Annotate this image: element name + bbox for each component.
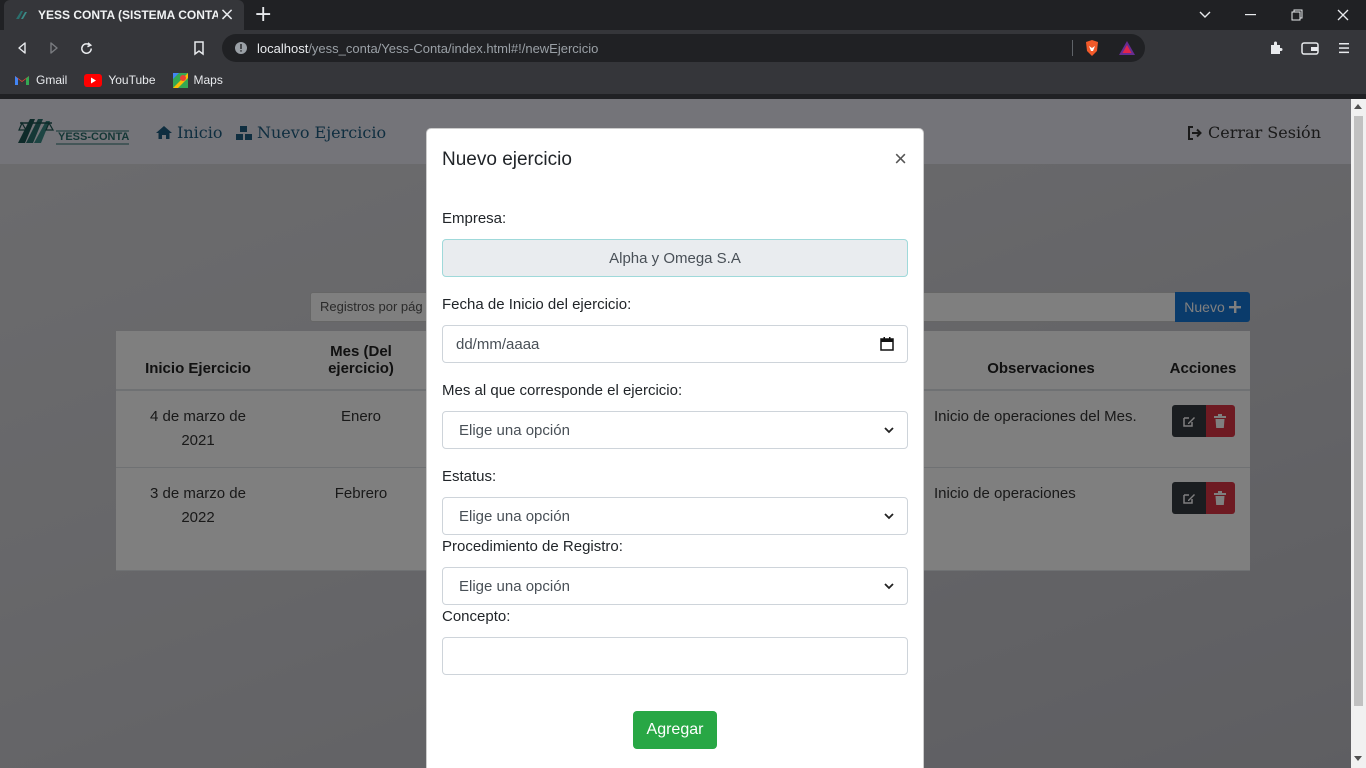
omnibox-separator [1072, 40, 1073, 56]
bookmark-youtube[interactable]: YouTube [84, 73, 156, 87]
bookmark-maps-label: Maps [193, 73, 223, 87]
close-window-icon[interactable] [1320, 0, 1366, 30]
company-label: Empresa: [442, 210, 507, 227]
address-bar[interactable]: localhost/yess_conta/Yess-Conta/index.ht… [222, 34, 1145, 62]
restore-icon[interactable] [1274, 0, 1320, 30]
new-exercise-modal: Nuevo ejercicio × Empresa: Alpha y Omega… [426, 128, 924, 768]
tab-close-icon[interactable]: × [218, 6, 236, 24]
company-field: Alpha y Omega S.A [442, 239, 908, 277]
bookmark-maps[interactable]: Maps [172, 72, 223, 88]
chevron-down-icon [884, 582, 894, 589]
site-info-icon[interactable] [234, 41, 248, 55]
date-label: Fecha de Inicio del ejercicio: [442, 296, 632, 313]
page-viewport: YESS-CONTA Inicio Nuevo Ejercicio Cerrar… [0, 99, 1366, 768]
url-path: /yess_conta/Yess-Conta/index.html#!/newE… [308, 40, 599, 56]
bookmarks-bar: Gmail YouTube Maps [0, 66, 1366, 94]
bookmark-icon[interactable] [188, 37, 210, 59]
procedure-label: Procedimiento de Registro: [442, 538, 623, 555]
browser-toolbar: localhost/yess_conta/Yess-Conta/index.ht… [0, 30, 1366, 66]
modal-title: Nuevo ejercicio [442, 149, 572, 170]
yess-conta-favicon-icon [16, 11, 27, 19]
url-host: localhost [257, 40, 309, 56]
company-value: Alpha y Omega S.A [609, 249, 741, 267]
minimize-icon[interactable] [1228, 0, 1274, 30]
chevron-down-icon [884, 512, 894, 519]
wallet-icon[interactable] [1299, 37, 1321, 59]
agregar-button[interactable]: Agregar [633, 711, 717, 749]
youtube-icon [84, 73, 103, 87]
forward-icon[interactable] [43, 37, 65, 59]
agregar-button-label: Agregar [646, 721, 704, 738]
month-label: Mes al que corresponde el ejercicio: [442, 382, 683, 399]
back-icon[interactable] [11, 37, 33, 59]
page-scrollbar[interactable] [1351, 99, 1366, 768]
reload-icon[interactable] [75, 37, 97, 59]
bookmark-gmail[interactable]: Gmail [14, 73, 67, 87]
gmail-icon [15, 76, 29, 85]
brave-rewards-icon[interactable] [1118, 40, 1136, 56]
scroll-down-icon[interactable] [1354, 756, 1362, 761]
maps-icon [172, 72, 188, 88]
date-placeholder: dd/mm/aaaa [456, 335, 540, 353]
start-date-input[interactable]: dd/mm/aaaa [442, 325, 908, 363]
window-controls [1182, 0, 1366, 30]
month-select[interactable]: Elige una opción [442, 411, 908, 449]
scroll-thumb[interactable] [1354, 116, 1363, 706]
scroll-up-icon[interactable] [1354, 104, 1362, 109]
calendar-icon[interactable] [880, 337, 894, 351]
status-label: Estatus: [442, 468, 497, 485]
status-select[interactable]: Elige una opción [442, 497, 908, 535]
status-select-value: Elige una opción [459, 507, 570, 525]
browser-tab[interactable]: YESS CONTA (SISTEMA CONTABLE × [4, 0, 244, 30]
procedure-select-value: Elige una opción [459, 577, 570, 595]
concept-label: Concepto: [442, 608, 511, 625]
bookmark-gmail-label: Gmail [36, 73, 68, 87]
tab-title: YESS CONTA (SISTEMA CONTABLE [38, 8, 218, 22]
month-select-value: Elige una opción [459, 421, 570, 439]
menu-icon[interactable] [1333, 37, 1355, 59]
browser-tabbar: YESS CONTA (SISTEMA CONTABLE × + [0, 0, 1366, 30]
chevron-down-icon [884, 426, 894, 433]
extensions-icon[interactable] [1265, 37, 1287, 59]
modal-close-icon[interactable]: × [894, 147, 907, 171]
concept-input[interactable] [442, 637, 908, 675]
new-tab-button[interactable]: + [254, 3, 272, 27]
procedure-select[interactable]: Elige una opción [442, 567, 908, 605]
brave-shield-icon[interactable] [1084, 39, 1100, 57]
tab-search-icon[interactable] [1182, 0, 1228, 30]
bookmark-youtube-label: YouTube [108, 73, 156, 87]
